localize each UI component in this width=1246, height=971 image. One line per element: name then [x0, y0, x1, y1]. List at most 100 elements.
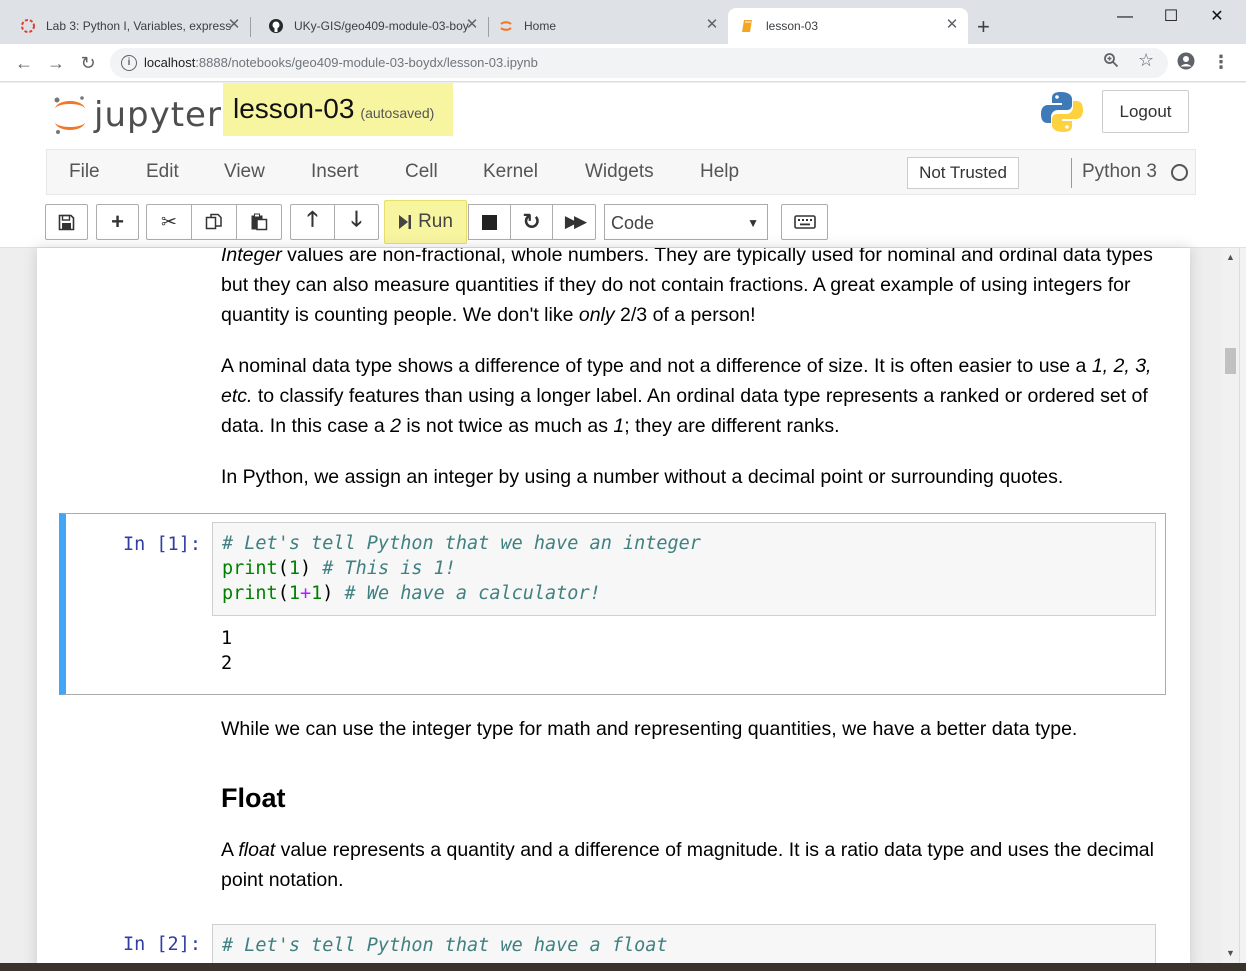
close-window-button[interactable]: ✕: [1194, 6, 1240, 28]
md-paragraph: A nominal data type shows a difference o…: [221, 351, 1161, 441]
menu-kernel[interactable]: Kernel: [483, 161, 538, 183]
github-icon: [269, 19, 283, 33]
kernel-idle-indicator-icon: [1171, 164, 1188, 181]
move-up-button[interactable]: 🡑: [290, 204, 335, 240]
canvas-icon: [21, 19, 35, 33]
notebook-title[interactable]: lesson-03: [233, 93, 354, 124]
save-button[interactable]: [45, 204, 88, 240]
menu-widgets[interactable]: Widgets: [585, 161, 654, 183]
scroll-up-icon[interactable]: ▲: [1226, 252, 1235, 262]
scrollbar-thumb[interactable]: [1225, 348, 1236, 374]
code-token: ): [299, 558, 312, 579]
interrupt-kernel-button[interactable]: [468, 204, 511, 240]
notebook-scrollbar[interactable]: ▲ ▼: [1222, 248, 1239, 963]
jupyter-icon: [500, 21, 512, 31]
md-emphasis: float: [238, 839, 276, 861]
code-token: # We have a calculator!: [333, 583, 601, 604]
scroll-down-icon[interactable]: ▼: [1226, 948, 1235, 958]
code-token: (: [277, 583, 289, 604]
command-palette-button[interactable]: [781, 204, 828, 240]
md-text: A: [221, 839, 239, 861]
md-emphasis: 2: [390, 415, 401, 437]
copy-button[interactable]: [191, 204, 237, 240]
restart-kernel-button[interactable]: ↻: [510, 204, 553, 240]
address-bar[interactable]: i localhost:8888/notebooks/geo409-module…: [110, 48, 1168, 78]
zoom-icon[interactable]: [1103, 52, 1119, 72]
browser-tab-home[interactable]: Home ✕: [478, 8, 728, 44]
forward-button[interactable]: →: [45, 52, 67, 74]
notebook-toolbar: + ✂ 🡑 🡓 Run ↻ ▶▶ Code ▼: [0, 200, 1246, 245]
url-text: localhost:8888/notebooks/geo409-module-0…: [144, 55, 538, 70]
reload-button[interactable]: ↻: [77, 52, 99, 74]
markdown-cell-float[interactable]: A float value represents a quantity and …: [221, 835, 1161, 895]
logout-button[interactable]: Logout: [1102, 90, 1189, 133]
paste-button[interactable]: [236, 204, 282, 240]
menu-edit[interactable]: Edit: [146, 161, 179, 183]
trust-button[interactable]: Not Trusted: [907, 157, 1019, 189]
new-tab-button[interactable]: +: [977, 16, 990, 38]
code-token: # This is 1!: [311, 558, 456, 579]
keyboard-icon: [793, 215, 816, 229]
profile-icon[interactable]: [1177, 52, 1195, 74]
minimize-button[interactable]: ―: [1102, 6, 1148, 28]
md-text: is not twice as much as: [400, 415, 614, 437]
back-button[interactable]: ←: [13, 52, 35, 74]
close-icon[interactable]: ✕: [944, 17, 960, 33]
menu-help[interactable]: Help: [700, 161, 739, 183]
code-token: 1: [288, 558, 300, 579]
menu-insert[interactable]: Insert: [311, 161, 359, 183]
kernel-name: Python 3: [1082, 161, 1157, 182]
md-text: 2/3 of a person!: [614, 304, 756, 326]
copy-icon: [205, 213, 222, 230]
cell-type-select[interactable]: Code ▼: [604, 204, 768, 240]
menu-cell[interactable]: Cell: [405, 161, 438, 183]
autosave-status: (autosaved): [360, 105, 435, 121]
browser-toolbar: ← → ↻ i localhost:8888/notebooks/geo409-…: [0, 44, 1246, 82]
browser-tab-lab3[interactable]: Lab 3: Python I, Variables, express ✕: [0, 8, 250, 44]
code-input[interactable]: # Let's tell Python that we have an inte…: [212, 522, 1156, 616]
markdown-cell-integer[interactable]: Integer values are non-fractional, whole…: [221, 248, 1161, 492]
desktop-taskbar-edge: [0, 963, 1246, 971]
code-cell-1[interactable]: In [1]: # Let's tell Python that we have…: [59, 513, 1166, 695]
md-text: value represents a quantity and a differ…: [221, 839, 1154, 891]
restart-run-all-button[interactable]: ▶▶: [552, 204, 596, 240]
cell-prompt: In [2]:: [123, 934, 201, 955]
insert-cell-button[interactable]: +: [96, 204, 139, 240]
info-icon[interactable]: i: [121, 55, 137, 71]
close-icon[interactable]: ✕: [704, 17, 720, 33]
md-emphasis: Integer: [221, 248, 282, 266]
code-line: print(1+1) # We have a calculator!: [222, 583, 601, 604]
save-icon: [58, 214, 75, 230]
browser-tab-lesson03[interactable]: lesson-03 ✕: [728, 8, 968, 44]
browser-menu-icon[interactable]: ⋮: [1212, 52, 1230, 72]
notebook-page: Integer values are non-fractional, whole…: [37, 248, 1190, 971]
scissors-icon: ✂: [161, 211, 177, 233]
cut-button[interactable]: ✂: [146, 204, 192, 240]
arrow-down-icon: 🡓: [351, 207, 362, 231]
browser-tab-label: lesson-03: [766, 19, 819, 33]
run-button[interactable]: Run: [384, 200, 467, 244]
notebook-name[interactable]: lesson-03 (autosaved): [223, 83, 453, 136]
plus-icon: +: [111, 209, 124, 234]
markdown-cell-transition[interactable]: While we can use the integer type for ma…: [221, 714, 1161, 744]
kernel-divider: [1071, 158, 1072, 188]
code-line: print(1) # This is 1!: [222, 558, 456, 579]
menu-file[interactable]: File: [69, 161, 100, 183]
browser-tab-label: Lab 3: Python I, Variables, express: [46, 19, 232, 33]
close-icon[interactable]: ✕: [226, 17, 242, 33]
restart-icon: ↻: [522, 209, 541, 234]
browser-tab-github[interactable]: UKy-GIS/geo409-module-03-boy ✕: [248, 8, 488, 44]
bookmark-star-icon[interactable]: ☆: [1138, 50, 1154, 71]
move-down-button[interactable]: 🡓: [334, 204, 379, 240]
background-window-edge: [1239, 248, 1246, 971]
maximize-button[interactable]: ☐: [1148, 6, 1194, 28]
jupyter-logo[interactable]: jupyter: [52, 93, 222, 137]
md-text: A nominal data type shows a difference o…: [221, 355, 1092, 377]
code-line: # Let's tell Python that we have a float: [222, 935, 668, 956]
cell-type-value: Code: [611, 213, 655, 233]
browser-tab-label: Home: [524, 19, 557, 33]
md-paragraph: Integer values are non-fractional, whole…: [221, 248, 1161, 330]
menu-view[interactable]: View: [224, 161, 265, 183]
md-emphasis: only: [578, 304, 615, 326]
code-line: # Let's tell Python that we have an inte…: [222, 533, 701, 554]
